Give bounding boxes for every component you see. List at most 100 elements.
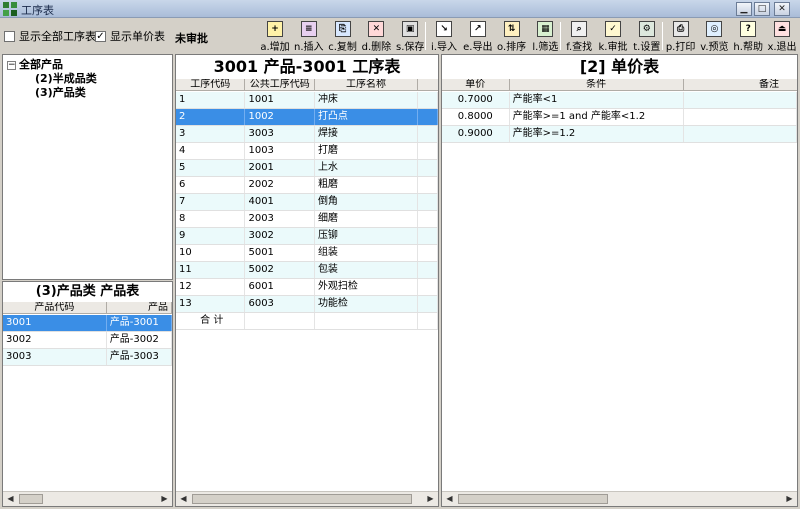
column-header[interactable]: 公共工序代码: [245, 79, 315, 90]
table-cell[interactable]: 3002: [245, 228, 315, 244]
table-cell[interactable]: 产品-3001: [107, 315, 172, 331]
table-row[interactable]: 13 6003 功能检: [176, 296, 438, 313]
scroll-left-icon[interactable]: ◀: [443, 493, 456, 505]
table-cell[interactable]: 打凸点: [315, 109, 419, 125]
table-row[interactable]: 7 4001 倒角: [176, 194, 438, 211]
table-cell[interactable]: 倒角: [315, 194, 419, 210]
table-cell[interactable]: 1: [176, 92, 246, 108]
table-cell[interactable]: 产品-3003: [107, 349, 172, 365]
table-cell[interactable]: 功能检: [315, 296, 419, 312]
table-row[interactable]: 9 3002 压铆: [176, 228, 438, 245]
table-cell[interactable]: 3002: [3, 332, 107, 348]
table-cell[interactable]: 12: [176, 279, 246, 295]
table-cell[interactable]: 产能率<1: [510, 92, 684, 108]
preview-button[interactable]: ◎ v.预览: [697, 20, 731, 53]
table-cell[interactable]: 包装: [315, 262, 419, 278]
table-cell[interactable]: 产能率>=1 and 产能率<1.2: [510, 109, 684, 125]
scroll-right-icon[interactable]: ▶: [424, 493, 437, 505]
insert-button[interactable]: ≡ n.插入: [292, 20, 326, 53]
table-cell[interactable]: 6001: [245, 279, 315, 295]
table-row[interactable]: 0.7000 产能率<1: [442, 92, 797, 109]
table-cell[interactable]: 5001: [245, 245, 315, 261]
table-cell[interactable]: 7: [176, 194, 246, 210]
table-row[interactable]: 3002 产品-3002: [3, 332, 172, 349]
close-icon[interactable]: ✕: [774, 2, 790, 16]
column-header[interactable]: 产品: [107, 302, 172, 313]
table-cell[interactable]: 0.8000: [442, 109, 510, 125]
scroll-right-icon[interactable]: ▶: [783, 493, 796, 505]
table-cell[interactable]: 6003: [245, 296, 315, 312]
table-row[interactable]: 2 1002 打凸点: [176, 109, 438, 126]
column-header[interactable]: 备注: [684, 79, 797, 90]
table-cell[interactable]: [684, 92, 797, 108]
table-cell[interactable]: 上水: [315, 160, 419, 176]
horizontal-scrollbar[interactable]: ◀ ▶: [3, 491, 172, 506]
table-cell[interactable]: 4001: [245, 194, 315, 210]
table-cell[interactable]: 6: [176, 177, 246, 193]
table-cell[interactable]: 0.9000: [442, 126, 510, 142]
sort-button[interactable]: ⇅ o.排序: [495, 20, 529, 53]
export-button[interactable]: ↗ e.导出: [461, 20, 495, 53]
save-button[interactable]: ▣ s.保存: [393, 20, 427, 53]
column-header[interactable]: 产品代码: [3, 302, 107, 313]
table-cell[interactable]: 外观扫检: [315, 279, 419, 295]
table-row[interactable]: 0.9000 产能率>=1.2: [442, 126, 797, 143]
table-cell[interactable]: 2002: [245, 177, 315, 193]
scroll-left-icon[interactable]: ◀: [177, 493, 190, 505]
table-cell[interactable]: 粗磨: [315, 177, 419, 193]
find-button[interactable]: ⌕ f.查找: [562, 20, 596, 53]
column-header[interactable]: 工序名称: [315, 79, 419, 90]
column-header[interactable]: 条件: [510, 79, 684, 90]
tree-root[interactable]: − 全部产品: [7, 58, 168, 72]
table-cell[interactable]: 打磨: [315, 143, 419, 159]
table-cell[interactable]: 3001: [3, 315, 107, 331]
import-button[interactable]: ↘ i.导入: [427, 20, 461, 53]
settings-button[interactable]: ⚙ t.设置: [630, 20, 664, 53]
table-cell[interactable]: 0.7000: [442, 92, 510, 108]
table-cell[interactable]: 组装: [315, 245, 419, 261]
scroll-thumb[interactable]: [19, 494, 43, 504]
table-cell[interactable]: 压铆: [315, 228, 419, 244]
table-row[interactable]: 3003 产品-3003: [3, 349, 172, 366]
table-cell[interactable]: 2: [176, 109, 246, 125]
help-button[interactable]: ? h.帮助: [731, 20, 765, 53]
table-cell[interactable]: 产能率>=1.2: [510, 126, 684, 142]
column-header[interactable]: 工序代码: [176, 79, 246, 90]
table-cell[interactable]: 13: [176, 296, 246, 312]
table-cell[interactable]: 3: [176, 126, 246, 142]
table-cell[interactable]: 8: [176, 211, 246, 227]
table-cell[interactable]: 细磨: [315, 211, 419, 227]
table-cell[interactable]: 冲床: [315, 92, 419, 108]
table-cell[interactable]: 3003: [3, 349, 107, 365]
print-button[interactable]: ⎙ p.打印: [664, 20, 698, 53]
table-cell[interactable]: 3003: [245, 126, 315, 142]
table-cell[interactable]: 1003: [245, 143, 315, 159]
delete-button[interactable]: ✕ d.删除: [359, 20, 393, 53]
table-cell[interactable]: [684, 109, 797, 125]
table-cell[interactable]: 11: [176, 262, 246, 278]
table-cell[interactable]: 5: [176, 160, 246, 176]
scroll-left-icon[interactable]: ◀: [4, 493, 17, 505]
horizontal-scrollbar[interactable]: ◀ ▶: [442, 491, 797, 506]
table-cell[interactable]: 4: [176, 143, 246, 159]
exit-button[interactable]: ⏏ x.退出: [765, 20, 799, 53]
show-all-checkbox[interactable]: 显示全部工序表: [4, 29, 96, 43]
table-cell[interactable]: 产品-3002: [107, 332, 172, 348]
table-cell[interactable]: [684, 126, 797, 142]
horizontal-scrollbar[interactable]: ◀ ▶: [176, 491, 438, 506]
filter-button[interactable]: ▦ l.筛选: [528, 20, 562, 53]
collapse-icon[interactable]: −: [7, 60, 16, 70]
column-header[interactable]: 单价: [442, 79, 510, 90]
table-row[interactable]: 3 3003 焊接: [176, 126, 438, 143]
scroll-right-icon[interactable]: ▶: [158, 493, 171, 505]
copy-button[interactable]: ⎘ c.复制: [326, 20, 360, 53]
show-price-checkbox[interactable]: ✓ 显示单价表: [95, 29, 165, 43]
tree-node-products[interactable]: (3)产品类: [7, 86, 168, 100]
table-row[interactable]: 11 5002 包装: [176, 262, 438, 279]
table-row[interactable]: 8 2003 细磨: [176, 211, 438, 228]
maximize-icon[interactable]: □: [754, 2, 770, 16]
checkbox-checked-icon[interactable]: ✓: [95, 30, 106, 42]
table-row[interactable]: 1 1001 冲床: [176, 92, 438, 109]
table-row[interactable]: 12 6001 外观扫检: [176, 279, 438, 296]
table-cell[interactable]: 2003: [245, 211, 315, 227]
